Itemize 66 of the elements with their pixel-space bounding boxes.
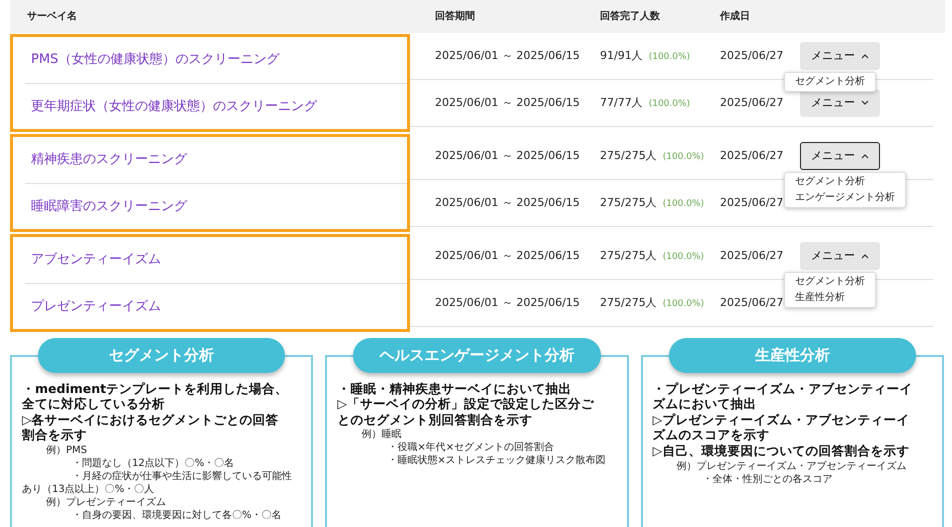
rate-text: (100.0%) <box>648 52 690 62</box>
column-header: 作成日 <box>720 11 750 22</box>
survey-link[interactable]: 更年期症状（女性の健康状態）のスクリーニング <box>31 96 317 116</box>
survey-link[interactable]: 精神疾患のスクリーニング <box>31 150 187 170</box>
caret-up-icon <box>861 53 869 59</box>
rate-text: (100.0%) <box>662 252 704 262</box>
menu-item[interactable]: 生産性分析 <box>785 290 875 306</box>
point-text: ▷「サーベイの分析」設定で設定した区分ご とのセグメント別回答割合を示す <box>337 396 595 428</box>
period-text: 2025/06/01 ～ 2025/06/15 <box>435 96 580 109</box>
period-text: 2025/06/01 ～ 2025/06/15 <box>435 148 580 162</box>
panel-title: ヘルスエンゲージメント分析 <box>353 338 601 372</box>
survey-link[interactable]: プレゼンティーイズム <box>31 296 161 316</box>
menu-item[interactable]: セグメント分析 <box>785 74 875 90</box>
detail-text: ・全体・性別ごとの各スコア <box>702 472 834 486</box>
menu-button[interactable]: メニュー <box>800 42 880 70</box>
rate-text: (100.0%) <box>662 298 704 309</box>
point-text: ・睡眠・精神疾患サーベイにおいて抽出 <box>337 380 572 396</box>
example-text: 例）睡眠 <box>360 428 402 442</box>
date-text: 2025/06/27 <box>720 196 784 209</box>
period-text: 2025/06/01 ～ 2025/06/15 <box>435 248 580 262</box>
rate-text: (100.0%) <box>648 98 690 109</box>
point-text: ▷プレゼンティーイズム・アブセンティーイ ズムのスコアを示す <box>652 412 910 443</box>
panel-title: セグメント分析 <box>38 338 286 372</box>
count-text: 275/275人 <box>600 196 657 209</box>
date-text: 2025/06/27 <box>720 148 784 162</box>
detail-text: ・自身の要因、環境要因に対して各〇%・〇名 <box>71 509 283 522</box>
column-header: 回答完了人数 <box>600 11 660 22</box>
period-text: 2025/06/01 ～ 2025/06/15 <box>435 296 580 309</box>
date-text: 2025/06/27 <box>720 48 784 62</box>
rate-text: (100.0%) <box>662 152 704 162</box>
date-text: 2025/06/27 <box>720 296 784 309</box>
point-text: ・medimentテンプレートを利用した場合、 全てに対応している分析 <box>22 380 290 412</box>
survey-link[interactable]: アブセンティーイズム <box>31 250 161 270</box>
column-header: サーベイ名 <box>27 11 77 22</box>
count-text: 275/275人 <box>600 148 657 162</box>
point-text: ・プレゼンティーイズム・アブセンティーイ ズムにおいて抽出 <box>652 380 914 412</box>
caret-up-icon <box>861 253 869 259</box>
detail-text: ・問題なし（12点以下）〇%・〇名 <box>71 457 236 470</box>
panel-title: 生産性分析 <box>668 338 916 372</box>
point-text: ▷自己、環境要因についての回答割合を示す <box>652 443 910 459</box>
example-text: 例）PMS <box>45 444 88 457</box>
caret-up-icon <box>861 153 869 159</box>
period-text: 2025/06/01 ～ 2025/06/15 <box>435 196 580 209</box>
caret-down-icon <box>861 100 869 106</box>
menu-item[interactable]: エンゲージメント分析 <box>785 190 905 206</box>
column-header: 回答期間 <box>435 11 475 22</box>
point-text: ▷各サーベイにおけるセグメントごとの回答 割合を示す <box>22 412 280 443</box>
menu-button[interactable]: メニュー <box>800 242 880 270</box>
example-text: 例）プレゼンティーイズム・アブセンティーイズム <box>676 460 908 473</box>
date-text: 2025/06/27 <box>720 248 784 262</box>
count-text: 275/275人 <box>600 296 657 309</box>
detail-text: ・月経の症状が仕事や生活に影響している可能性 あり（13点以上）〇%・〇人 <box>22 470 293 496</box>
count-text: 275/275人 <box>600 248 657 262</box>
example-text: 例）プレゼンティーイズム <box>45 496 167 509</box>
survey-link[interactable]: PMS（女性の健康状態）のスクリーニング <box>31 50 280 70</box>
count-text: 77/77人 <box>600 96 643 109</box>
count-text: 91/91人 <box>600 48 643 62</box>
menu-item[interactable]: セグメント分析 <box>785 274 875 290</box>
survey-link[interactable]: 睡眠障害のスクリーニング <box>31 196 187 216</box>
menu-item[interactable]: セグメント分析 <box>785 174 905 190</box>
rate-text: (100.0%) <box>662 198 704 209</box>
menu-button[interactable]: メニュー <box>800 142 880 170</box>
detail-text: ・役職×年代×セグメントの回答割合 <box>386 441 556 454</box>
date-text: 2025/06/27 <box>720 96 784 109</box>
period-text: 2025/06/01 ～ 2025/06/15 <box>435 48 580 62</box>
detail-text: ・睡眠状態×ストレスチェック健康リスク散布図 <box>386 454 607 468</box>
